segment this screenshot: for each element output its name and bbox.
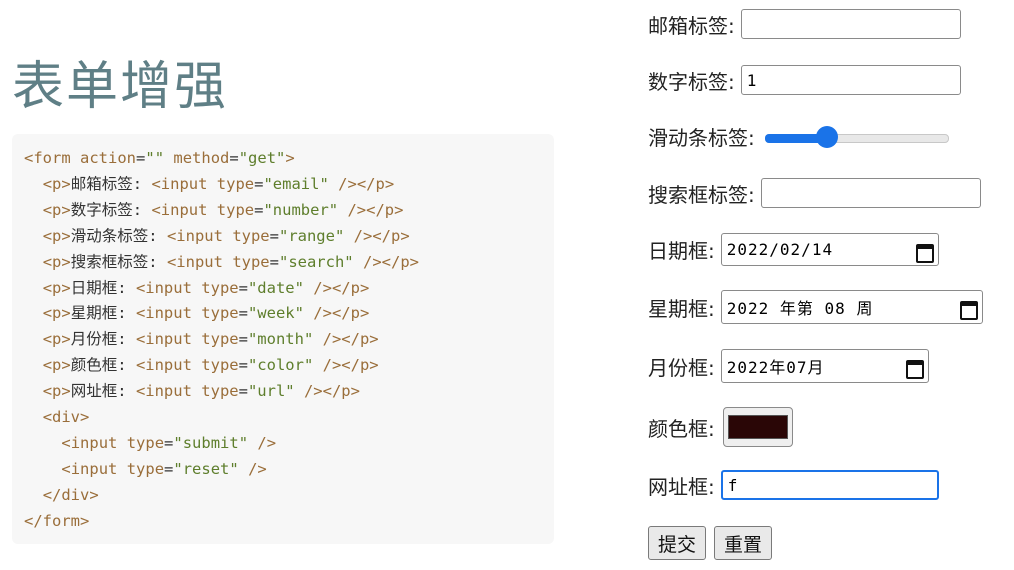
search-label: 搜索框标签:: [648, 182, 755, 207]
reset-button[interactable]: 重置: [714, 526, 773, 560]
range-label: 滑动条标签:: [648, 126, 755, 150]
week-label: 星期框:: [648, 296, 715, 321]
code-line: <p>滑动条标签: <input type="range" /></p>: [42, 226, 410, 245]
email-input[interactable]: [740, 9, 961, 39]
date-row: 日期框: 2022/02/14: [648, 233, 939, 266]
code-line: </form>: [24, 511, 90, 530]
code-line: <p>网址框: <input type="url" /></p>: [42, 382, 360, 401]
month-row: 月份框: 2022年07月: [648, 349, 929, 383]
page-title: 表单增强: [12, 57, 229, 117]
number-label: 数字标签:: [648, 69, 735, 94]
week-row: 星期框: 2022 年第 08 周: [648, 290, 983, 324]
date-label: 日期框:: [648, 239, 715, 263]
code-line: </div>: [42, 485, 99, 504]
code-line: <p>数字标签: <input type="number" /></p>: [42, 200, 404, 219]
code-line: <p>日期框: <input type="date" /></p>: [42, 278, 370, 297]
color-picker[interactable]: [722, 407, 793, 447]
code-line: <div>: [42, 408, 90, 427]
week-input[interactable]: 2022 年第 08 周: [720, 290, 983, 324]
month-value: 2022年07月: [726, 358, 825, 377]
code-line: <input type="submit" />: [61, 433, 277, 452]
code-line: <p>颜色框: <input type="color" /></p>: [42, 356, 379, 375]
email-row: 邮箱标签:: [648, 9, 961, 39]
submit-button[interactable]: 提交: [648, 526, 707, 560]
email-label: 邮箱标签:: [648, 13, 735, 38]
range-thumb[interactable]: [815, 125, 838, 148]
range-slider[interactable]: [764, 125, 949, 148]
code-line: <p>邮箱标签: <input type="email" /></p>: [42, 174, 395, 193]
calendar-icon[interactable]: [915, 241, 934, 263]
code-line: <p>星期框: <input type="week" /></p>: [42, 304, 370, 323]
color-label: 颜色框:: [648, 416, 715, 441]
week-value: 2022 年第 08 周: [726, 299, 874, 318]
code-listing: <form action="" method="get"> <p>邮箱标签: <…: [24, 146, 419, 535]
form-buttons: 提交 重置: [648, 526, 773, 560]
code-line: <form action="" method="get">: [24, 149, 295, 167]
color-swatch: [727, 415, 788, 439]
search-row: 搜索框标签:: [648, 178, 981, 208]
code-line: <p>月份框: <input type="month" /></p>: [42, 330, 379, 349]
date-input[interactable]: 2022/02/14: [720, 233, 939, 266]
url-input[interactable]: f: [720, 470, 939, 500]
date-value: 2022/02/14: [726, 240, 834, 259]
calendar-icon[interactable]: [905, 357, 924, 379]
search-input[interactable]: [760, 178, 981, 208]
code-line: <p>搜索框标签: <input type="search" /></p>: [42, 252, 419, 271]
url-label: 网址框:: [648, 474, 715, 499]
month-label: 月份框:: [648, 355, 715, 380]
color-row: 颜色框:: [648, 407, 793, 447]
url-row: 网址框: f: [648, 470, 939, 500]
number-row: 数字标签: 1: [648, 65, 961, 95]
number-input[interactable]: 1: [740, 65, 961, 95]
range-row: 滑动条标签:: [648, 122, 949, 151]
month-input[interactable]: 2022年07月: [720, 349, 929, 383]
code-line: <input type="reset" />: [61, 459, 267, 478]
calendar-icon[interactable]: [959, 298, 978, 320]
